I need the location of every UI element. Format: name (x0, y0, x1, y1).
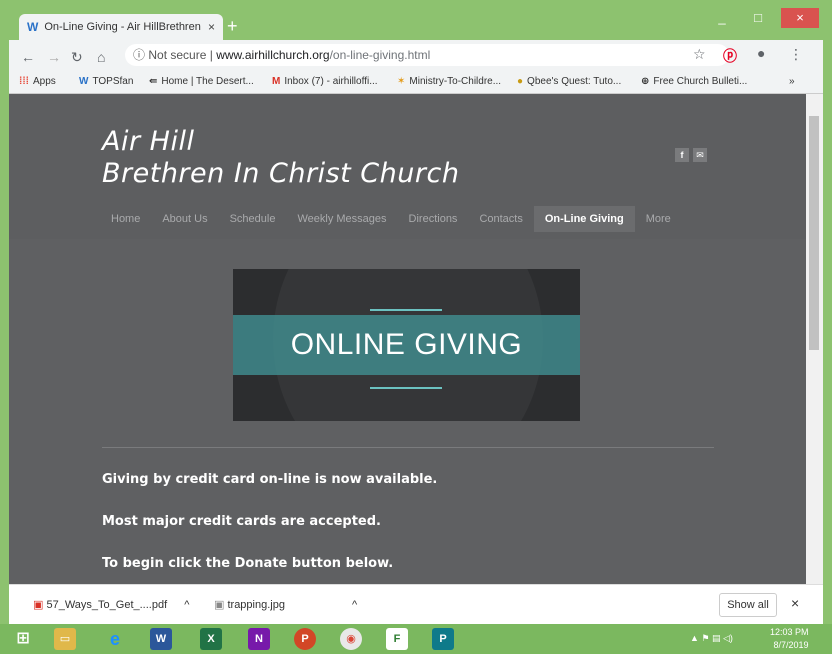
site-title-line2: Brethren In Christ Church (102, 158, 460, 189)
bookmark-star-icon[interactable]: ☆ (693, 46, 706, 63)
downloads-bar: ▣ 57_Ways_To_Get_....pdf ^ ▣ trapping.jp… (9, 584, 823, 624)
browser-window: W On-Line Giving - Air HillBrethren × + … (9, 8, 823, 624)
nav-weekly-messages[interactable]: Weekly Messages (286, 206, 397, 232)
paragraph-cards-accepted: Most major credit cards are accepted. (102, 514, 381, 529)
bookmarks-more-button[interactable]: » (789, 76, 795, 87)
new-tab-button[interactable]: + (227, 16, 238, 37)
banner-text: ONLINE GIVING (290, 328, 523, 361)
word-icon[interactable]: W (150, 628, 172, 650)
bookmark-inbox[interactable]: M Inbox (7) - airhilloffi... (272, 76, 378, 87)
tray-icons[interactable]: ▲ ⚑ ▤ ◁) (690, 633, 733, 644)
onenote-icon[interactable]: N (248, 628, 270, 650)
menu-kebab-icon[interactable]: ⋮ (789, 46, 803, 63)
maximize-button[interactable]: □ (745, 8, 771, 28)
nav-directions[interactable]: Directions (398, 206, 469, 232)
chevron-up-icon[interactable]: ^ (184, 599, 189, 611)
pinterest-icon[interactable]: ⓟ (723, 46, 737, 66)
bookmark-bulletin[interactable]: ⊕ Free Church Bulleti... (641, 76, 747, 87)
windows-taskbar: ⊞ ▭ e W X N P ◉ F P ▲ ⚑ ▤ ◁) 12:03 PM 8/… (0, 624, 832, 654)
bookmark-qbee[interactable]: ● Qbee's Quest: Tuto... (517, 76, 621, 87)
paragraph-begin-instructions: To begin click the Donate button below. (102, 556, 394, 571)
reload-icon[interactable]: ↻ (71, 49, 83, 66)
downloads-close-icon[interactable]: × (791, 595, 799, 611)
system-clock[interactable]: 12:03 PM 8/7/2019 (770, 626, 809, 652)
gmail-icon: M (272, 76, 281, 87)
bookmark-topsfan[interactable]: W TOPSfan (79, 76, 133, 87)
page-viewport: Air Hill Brethren In Christ Church f ✉ H… (9, 94, 806, 584)
tab-title: On-Line Giving - Air HillBrethren (44, 21, 201, 33)
nav-contacts[interactable]: Contacts (468, 206, 533, 232)
url-path: /on-line-giving.html (329, 48, 431, 62)
url-host: www.airhillchurch.org (216, 48, 330, 62)
bookmarks-bar: ⁞⁞⁞ Apps W TOPSfan ⇚ Home | The Desert... M… (9, 70, 823, 94)
file-explorer-icon[interactable]: ▭ (54, 628, 76, 650)
publisher-icon[interactable]: P (432, 628, 454, 650)
address-bar[interactable]: ⓘ Not secure | www.airhillchurch.org/on-… (125, 44, 729, 66)
nav-home[interactable]: Home (100, 206, 151, 232)
info-icon[interactable]: ⓘ (133, 48, 145, 62)
ministry-icon: ✶ (397, 76, 406, 87)
download-item-pdf[interactable]: ▣ 57_Ways_To_Get_....pdf ^ (33, 598, 189, 611)
browser-tab[interactable]: W On-Line Giving - Air HillBrethren × (19, 14, 223, 40)
tab-strip: W On-Line Giving - Air HillBrethren × + … (9, 8, 823, 40)
content-divider (102, 447, 714, 448)
internet-explorer-icon[interactable]: e (104, 628, 126, 650)
site-title[interactable]: Air Hill Brethren In Christ Church (102, 126, 459, 190)
bookmark-desert[interactable]: ⇚ Home | The Desert... (149, 76, 254, 87)
windows-start-icon[interactable]: ⊞ (12, 628, 34, 650)
download-item-jpg[interactable]: ▣ trapping.jpg ^ (214, 598, 357, 611)
site-header: Air Hill Brethren In Christ Church f ✉ H… (9, 94, 806, 239)
home-icon[interactable]: ⌂ (97, 49, 105, 65)
image-file-icon: ▣ (214, 599, 225, 611)
bookmark-ministry[interactable]: ✶ Ministry-To-Childre... (397, 76, 501, 87)
w-icon: W (79, 76, 89, 87)
globe-icon: ⊕ (641, 76, 650, 87)
nav-more[interactable]: More (635, 206, 682, 232)
tab-favicon-icon: W (27, 20, 39, 34)
browser-toolbar: ← → ↻ ⌂ ⓘ Not secure | www.airhillchurch… (9, 40, 823, 70)
scrollbar-thumb[interactable] (809, 116, 819, 350)
social-links: f ✉ (675, 148, 707, 162)
back-icon[interactable]: ← (21, 49, 35, 65)
apps-icon: ⁞⁞⁞ (19, 76, 29, 87)
pdf-file-icon: ▣ (33, 599, 44, 611)
show-all-button[interactable]: Show all (719, 593, 777, 617)
security-label: Not secure (148, 48, 207, 62)
nav-about-us[interactable]: About Us (151, 206, 218, 232)
window-close-button[interactable]: × (781, 8, 819, 28)
minimize-button[interactable]: _ (709, 8, 735, 28)
site-title-line1: Air Hill (102, 126, 195, 157)
app-f-icon[interactable]: F (386, 628, 408, 650)
chevron-up-icon[interactable]: ^ (352, 599, 357, 611)
chrome-icon[interactable]: ◉ (340, 628, 362, 650)
banner-accent-line-bottom (370, 387, 442, 389)
nav-online-giving[interactable]: On-Line Giving (533, 206, 635, 232)
site-nav: Home About Us Schedule Weekly Messages D… (100, 206, 682, 232)
desert-icon: ⇚ (149, 76, 158, 87)
bee-icon: ● (517, 76, 524, 87)
paragraph-availability: Giving by credit card on-line is now ava… (102, 472, 438, 487)
mail-icon[interactable]: ✉ (693, 148, 707, 162)
forward-icon[interactable]: → (47, 49, 61, 65)
online-giving-banner: ONLINE GIVING (233, 269, 580, 421)
facebook-icon[interactable]: f (675, 148, 689, 162)
profile-avatar[interactable]: ● (757, 45, 765, 61)
tab-close-icon[interactable]: × (208, 20, 215, 34)
nav-schedule[interactable]: Schedule (219, 206, 287, 232)
bookmark-apps[interactable]: ⁞⁞⁞ Apps (19, 76, 56, 87)
excel-icon[interactable]: X (200, 628, 222, 650)
powerpoint-icon[interactable]: P (294, 628, 316, 650)
banner-accent-line-top (370, 309, 442, 311)
